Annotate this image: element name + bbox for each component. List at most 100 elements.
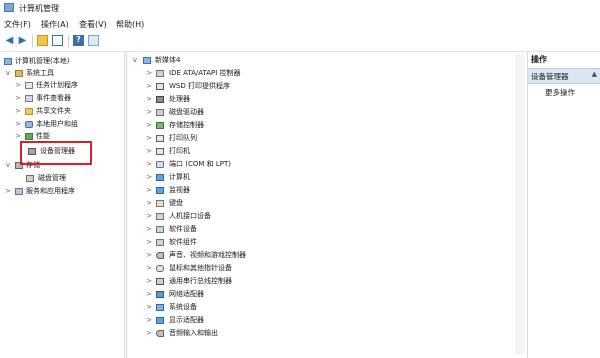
- menu-action[interactable]: 操作(A): [41, 19, 69, 30]
- chevron-right-icon[interactable]: >: [14, 119, 22, 130]
- tree-label: 共享文件夹: [36, 107, 71, 115]
- chevron-right-icon[interactable]: >: [145, 172, 153, 183]
- monitor-icon: [156, 187, 164, 194]
- software-component-icon: [156, 239, 164, 246]
- services-icon: [15, 188, 23, 195]
- event-viewer-icon: [25, 95, 33, 102]
- audio-io-icon: [156, 330, 164, 337]
- chevron-right-icon[interactable]: >: [145, 159, 153, 170]
- chevron-right-icon[interactable]: >: [145, 211, 153, 222]
- chevron-right-icon[interactable]: >: [145, 198, 153, 209]
- chevron-right-icon[interactable]: >: [145, 146, 153, 157]
- chevron-right-icon[interactable]: >: [145, 133, 153, 144]
- up-folder-icon[interactable]: [37, 35, 48, 46]
- shared-folder-icon: [25, 108, 33, 115]
- actions-title: 操作: [531, 55, 547, 64]
- vertical-scrollbar[interactable]: [515, 54, 524, 354]
- show-hide-icon[interactable]: [88, 35, 99, 46]
- storage-controller-icon: [156, 122, 164, 129]
- toolbar-separator: [68, 35, 69, 47]
- menu-bar: 文件(F) 操作(A) 查看(V) 帮助(H): [0, 16, 600, 31]
- tree-label: 任务计划程序: [36, 81, 78, 89]
- chevron-right-icon[interactable]: >: [145, 237, 153, 248]
- system-device-icon: [156, 304, 164, 311]
- chevron-up-icon[interactable]: ▲: [592, 70, 597, 78]
- menu-help[interactable]: 帮助(H): [116, 19, 144, 30]
- port-icon: [156, 161, 164, 168]
- forward-arrow-icon[interactable]: ▶: [17, 35, 28, 46]
- tools-icon: [15, 70, 23, 77]
- chevron-right-icon[interactable]: >: [145, 315, 153, 326]
- chevron-right-icon[interactable]: >: [145, 107, 153, 118]
- network-adapter-icon: [156, 291, 164, 298]
- device-category-label: 端口 (COM 和 LPT): [169, 160, 231, 168]
- actions-section-label: 设备管理器: [531, 72, 569, 81]
- menu-file[interactable]: 文件(F): [4, 19, 31, 30]
- toolbar: ◀ ▶ ?: [0, 31, 600, 52]
- chevron-right-icon[interactable]: >: [145, 276, 153, 287]
- window-title: 计算机管理: [19, 4, 59, 13]
- device-category-label: 网络适配器: [169, 290, 204, 298]
- wsd-print-provider-icon: [156, 83, 164, 90]
- device-category-label: 音频输入和输出: [169, 329, 218, 337]
- device-category-label: 监视器: [169, 186, 190, 194]
- users-icon: [25, 121, 33, 128]
- device-category-label: 鼠标和其他指针设备: [169, 264, 232, 272]
- printer-icon: [156, 148, 164, 155]
- device-manager-highlight-box: [20, 141, 92, 165]
- disk-drive-icon: [156, 109, 164, 116]
- chevron-right-icon[interactable]: >: [145, 120, 153, 131]
- device-category-label: 通用串行总线控制器: [169, 277, 232, 285]
- device-category-label: 软件设备: [169, 225, 197, 233]
- computer-management-icon: [4, 3, 14, 12]
- chevron-right-icon[interactable]: >: [145, 250, 153, 261]
- software-device-icon: [156, 226, 164, 233]
- tree-label: 系统工具: [26, 69, 54, 77]
- properties-icon[interactable]: [52, 35, 63, 46]
- task-scheduler-icon: [25, 82, 33, 89]
- device-category-label: 显示适配器: [169, 316, 204, 324]
- chevron-right-icon[interactable]: >: [14, 93, 22, 104]
- device-category-label: 声音、视频和游戏控制器: [169, 251, 246, 259]
- mouse-icon: [156, 265, 164, 272]
- device-category-label: 处理器: [169, 95, 190, 103]
- computer-icon: [4, 58, 12, 65]
- computer-icon: [156, 174, 164, 181]
- menu-view[interactable]: 查看(V): [79, 19, 107, 30]
- chevron-down-icon[interactable]: v: [4, 68, 12, 79]
- tree-label: 磁盘管理: [38, 174, 66, 182]
- chevron-down-icon[interactable]: v: [131, 55, 139, 66]
- usb-controller-icon: [156, 278, 164, 285]
- chevron-right-icon[interactable]: >: [145, 224, 153, 235]
- ide-controller-icon: [156, 70, 164, 77]
- toolbar-separator: [32, 35, 33, 47]
- chevron-right-icon[interactable]: >: [14, 106, 22, 117]
- hid-icon: [156, 213, 164, 220]
- chevron-right-icon[interactable]: >: [4, 186, 12, 197]
- chevron-right-icon[interactable]: >: [145, 68, 153, 79]
- title-bar: 计算机管理: [0, 0, 600, 16]
- chevron-right-icon[interactable]: >: [145, 302, 153, 313]
- chevron-right-icon[interactable]: >: [145, 185, 153, 196]
- keyboard-icon: [156, 200, 164, 207]
- chevron-right-icon[interactable]: >: [145, 81, 153, 92]
- device-category-label: 计算机: [169, 173, 190, 181]
- chevron-right-icon[interactable]: >: [145, 289, 153, 300]
- more-actions-link[interactable]: 更多操作: [545, 87, 575, 98]
- chevron-right-icon[interactable]: >: [145, 94, 153, 105]
- device-category-label: 存储控制器: [169, 121, 204, 129]
- chevron-right-icon[interactable]: >: [14, 80, 22, 91]
- tree-label: 计算机管理(本地): [15, 57, 70, 65]
- device-category-label: 软件组件: [169, 238, 197, 246]
- performance-icon: [25, 133, 33, 140]
- actions-section-header[interactable]: 设备管理器 ▲: [528, 68, 600, 84]
- chevron-down-icon[interactable]: v: [4, 160, 12, 171]
- chevron-right-icon[interactable]: >: [145, 328, 153, 339]
- back-arrow-icon[interactable]: ◀: [4, 35, 15, 46]
- help-icon[interactable]: ?: [73, 35, 84, 46]
- chevron-right-icon[interactable]: >: [145, 263, 153, 274]
- device-category-label: 键盘: [169, 199, 183, 207]
- processor-icon: [156, 96, 164, 103]
- tree-label: 本地用户和组: [36, 120, 78, 128]
- device-category-label: 打印队列: [169, 134, 197, 142]
